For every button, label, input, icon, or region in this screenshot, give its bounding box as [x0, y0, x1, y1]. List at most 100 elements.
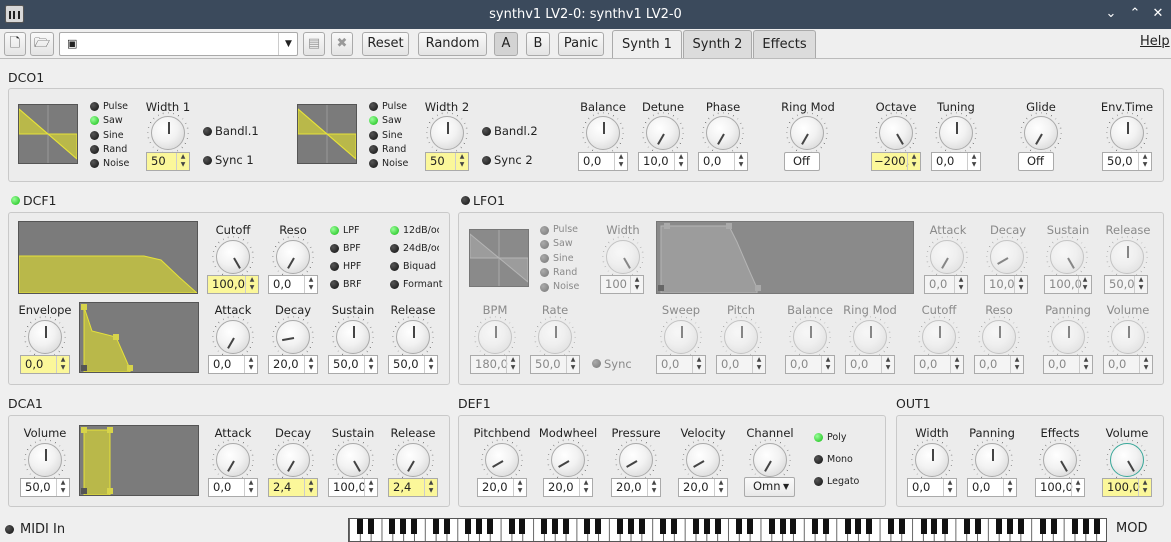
spin-arrows-icon[interactable]: ▲ ▼	[1138, 479, 1151, 496]
dco1-phase-spinbox[interactable]: 0,0 ▲ ▼	[698, 152, 748, 171]
open-preset-button[interactable]: 🗁	[30, 32, 54, 56]
spin-arrows-icon[interactable]: ▲ ▼	[714, 479, 727, 496]
spin-arrows-icon[interactable]: ▲ ▼	[881, 356, 894, 373]
piano-black-key[interactable]	[931, 519, 938, 534]
piano-black-key[interactable]	[779, 519, 786, 534]
tab-synth-1[interactable]: Synth 1	[612, 30, 682, 59]
dco1-envtime-spinbox[interactable]: 50,0 ▲ ▼	[1102, 152, 1152, 171]
spin-arrows-icon[interactable]: ▲ ▼	[734, 153, 747, 170]
dca1-attack-spinbox[interactable]: 0,0 ▲ ▼	[208, 478, 258, 497]
piano-black-key[interactable]	[1018, 519, 1025, 534]
piano-black-key[interactable]	[747, 519, 754, 534]
tab-synth-2[interactable]: Synth 2	[683, 30, 752, 58]
lfo1-sync-led[interactable]	[592, 359, 601, 368]
piano-black-key[interactable]	[638, 519, 645, 534]
spin-arrows-icon[interactable]: ▲ ▼	[692, 356, 705, 373]
piano-black-key[interactable]	[844, 519, 851, 534]
dco1-wave2-saw-led[interactable]	[369, 116, 378, 125]
chevron-down-icon[interactable]: ▼	[278, 33, 298, 55]
piano-black-key[interactable]	[486, 519, 493, 534]
compare-a-button[interactable]: A	[494, 32, 518, 56]
spin-arrows-icon[interactable]: ▲ ▼	[176, 153, 189, 170]
dcf1-lpf-led[interactable]	[330, 226, 339, 235]
def1-mono-led[interactable]	[814, 455, 823, 464]
out1-panning-spinbox[interactable]: 0,0 ▲ ▼	[967, 478, 1017, 497]
piano-black-key[interactable]	[692, 519, 699, 534]
dcf1-envelope-knob[interactable]	[28, 320, 62, 354]
def1-pressure-knob[interactable]	[619, 443, 653, 477]
bandl1-led[interactable]	[203, 127, 212, 136]
lfo1-balance-knob[interactable]	[793, 320, 827, 354]
piano-black-key[interactable]	[812, 519, 819, 534]
piano-black-key[interactable]	[790, 519, 797, 534]
piano-black-key[interactable]	[1007, 519, 1014, 534]
def1-velocity-spinbox[interactable]: 20,0 ▲ ▼	[678, 478, 728, 497]
spin-arrows-icon[interactable]: ▲ ▼	[304, 356, 317, 373]
out1-panning-knob[interactable]	[975, 443, 1009, 477]
maximize-icon[interactable]: ⌃	[1127, 6, 1143, 22]
lfo1-cutoff-knob[interactable]	[922, 320, 956, 354]
dca1-volume-spinbox[interactable]: 50,0 ▲ ▼	[20, 478, 70, 497]
lfo1-rate-spinbox[interactable]: 50,0 ▲ ▼	[530, 355, 580, 374]
spin-arrows-icon[interactable]: ▲ ▼	[907, 153, 920, 170]
piano-black-key[interactable]	[595, 519, 602, 534]
width1-knob[interactable]	[151, 116, 185, 150]
dcf1-decay-spinbox[interactable]: 20,0 ▲ ▼	[268, 355, 318, 374]
piano-black-key[interactable]	[1072, 519, 1079, 534]
piano-black-key[interactable]	[356, 519, 363, 534]
def1-pitchbend-spinbox[interactable]: 20,0 ▲ ▼	[477, 478, 527, 497]
lfo1-pitch-spinbox[interactable]: 0,0 ▲ ▼	[716, 355, 766, 374]
piano-black-key[interactable]	[541, 519, 548, 534]
def1-modwheel-knob[interactable]	[551, 443, 585, 477]
dco1-wave2-sine-led[interactable]	[369, 131, 378, 140]
lfo1-sweep-knob[interactable]	[664, 320, 698, 354]
lfo1-attack-knob[interactable]	[930, 240, 964, 274]
piano-black-key[interactable]	[822, 519, 829, 534]
piano-black-key[interactable]	[714, 519, 721, 534]
def1-pressure-spinbox[interactable]: 20,0 ▲ ▼	[611, 478, 661, 497]
lfo1-pitch-knob[interactable]	[724, 320, 758, 354]
bandl2-led[interactable]	[482, 127, 491, 136]
piano-black-key[interactable]	[963, 519, 970, 534]
spin-arrows-icon[interactable]: ▲ ▼	[674, 153, 687, 170]
lfo1-width-knob[interactable]	[606, 240, 640, 274]
piano-keyboard[interactable]	[348, 518, 1107, 542]
out1-volume-spinbox[interactable]: 100,0 ▲ ▼	[1102, 478, 1152, 497]
piano-black-key[interactable]	[411, 519, 418, 534]
width2-knob[interactable]	[430, 116, 464, 150]
def1-pitchbend-knob[interactable]	[485, 443, 519, 477]
dco1-wave2-pulse-led[interactable]	[369, 102, 378, 111]
piano-black-key[interactable]	[389, 519, 396, 534]
spin-arrows-icon[interactable]: ▲ ▼	[424, 356, 437, 373]
dcf1-cutoff-spinbox[interactable]: 100,0 ▲ ▼	[207, 275, 259, 294]
lfo1-balance-spinbox[interactable]: 0,0 ▲ ▼	[785, 355, 835, 374]
dco1-octave-knob[interactable]	[879, 116, 913, 150]
dco1-tuning-knob[interactable]	[939, 116, 973, 150]
dco1-wave1-rand-led[interactable]	[90, 145, 99, 154]
lfo1-release-knob[interactable]	[1110, 240, 1144, 274]
lfo1-bpm-knob[interactable]	[478, 320, 512, 354]
piano-black-key[interactable]	[367, 519, 374, 534]
random-button[interactable]: Random	[418, 32, 487, 56]
piano-black-key[interactable]	[400, 519, 407, 534]
piano-black-key[interactable]	[551, 519, 558, 534]
lfo1-ringmod-knob[interactable]	[853, 320, 887, 354]
spin-arrows-icon[interactable]: ▲ ▼	[424, 479, 437, 496]
lfo1-sustain-knob[interactable]	[1050, 240, 1084, 274]
dcf1-cutoff-knob[interactable]	[216, 240, 250, 274]
piano-black-key[interactable]	[942, 519, 949, 534]
close-icon[interactable]: ✕	[1150, 6, 1166, 22]
panic-button[interactable]: Panic	[558, 32, 604, 56]
lfo1-volume-knob[interactable]	[1111, 320, 1145, 354]
out1-effects-spinbox[interactable]: 100,0 ▲ ▼	[1035, 478, 1085, 497]
spin-arrows-icon[interactable]: ▲ ▼	[950, 356, 963, 373]
dcf1-brf-led[interactable]	[330, 280, 339, 289]
spin-arrows-icon[interactable]: ▲ ▼	[364, 356, 377, 373]
piano-black-key[interactable]	[1083, 519, 1090, 534]
dcf1-release-spinbox[interactable]: 50,0 ▲ ▼	[388, 355, 438, 374]
lfo1-attack-spinbox[interactable]: 0,0 ▲ ▼	[924, 275, 968, 294]
lfo1-volume-spinbox[interactable]: 0,0 ▲ ▼	[1103, 355, 1153, 374]
piano-black-key[interactable]	[519, 519, 526, 534]
def1-channel-combo[interactable]: Omn ▼	[744, 477, 795, 497]
lfo1-sweep-spinbox[interactable]: 0,0 ▲ ▼	[656, 355, 706, 374]
